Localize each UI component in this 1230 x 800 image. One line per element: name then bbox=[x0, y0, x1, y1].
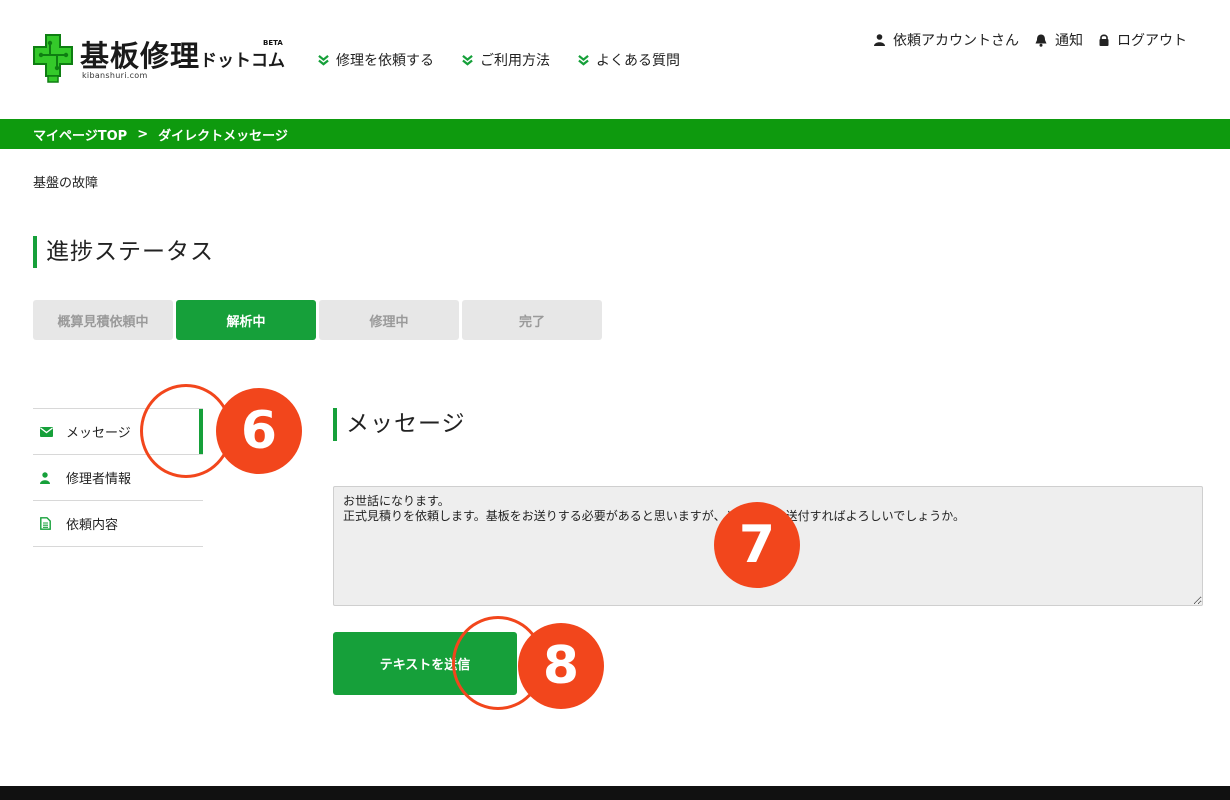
user-icon bbox=[874, 34, 885, 46]
logo-name: 基板修理 bbox=[80, 39, 201, 73]
side-item-repairer-info[interactable]: 修理者情報 bbox=[33, 455, 203, 501]
nav-label: ご利用方法 bbox=[480, 53, 550, 69]
side-item-label: 依頼内容 bbox=[66, 518, 119, 533]
logo-title: 基板修理ドットコム bbox=[80, 33, 285, 75]
double-chevron-down-icon bbox=[578, 54, 589, 66]
document-icon bbox=[40, 517, 62, 530]
site-logo[interactable]: 基板修理ドットコム BETA kibanshuri.com bbox=[31, 33, 291, 85]
double-chevron-down-icon bbox=[462, 54, 473, 66]
notifications-label: 通知 bbox=[1055, 33, 1083, 49]
account-label: 依頼アカウントさん bbox=[893, 33, 1019, 49]
logo-suffix: ドットコム bbox=[200, 51, 286, 71]
nav-label: よくある質問 bbox=[596, 53, 680, 69]
side-item-label: 修理者情報 bbox=[66, 472, 132, 487]
nav-request-repair[interactable]: 修理を依頼する bbox=[318, 50, 434, 70]
nav-faq[interactable]: よくある質問 bbox=[578, 50, 680, 70]
progress-steps: 概算見積依頼中 解析中 修理中 完了 bbox=[33, 300, 602, 340]
envelope-icon bbox=[40, 426, 62, 437]
account-link[interactable]: 依頼アカウントさん bbox=[874, 30, 1019, 50]
logout-label: ログアウト bbox=[1117, 33, 1187, 49]
user-icon bbox=[40, 471, 62, 484]
bell-icon bbox=[1035, 34, 1047, 47]
message-heading: メッセージ bbox=[333, 408, 466, 441]
progress-heading: 進捗ステータス bbox=[33, 236, 214, 268]
beta-label: BETA bbox=[263, 39, 283, 47]
breadcrumb-separator: > bbox=[137, 126, 149, 142]
site-header: 基板修理ドットコム BETA kibanshuri.com 修理を依頼する ご利… bbox=[0, 0, 1230, 119]
annotation-badge-6: 6 bbox=[216, 388, 302, 474]
side-item-label: メッセージ bbox=[66, 426, 131, 441]
step-repairing: 修理中 bbox=[319, 300, 459, 340]
annotation-badge-8: 8 bbox=[518, 623, 604, 709]
side-item-request-details[interactable]: 依頼内容 bbox=[33, 501, 203, 547]
user-nav: 依頼アカウントさん 通知 ログアウト bbox=[874, 30, 1187, 50]
logo-domain: kibanshuri.com bbox=[82, 71, 148, 80]
double-chevron-down-icon bbox=[318, 54, 329, 66]
circuit-cross-logo-icon bbox=[33, 34, 73, 83]
side-menu: メッセージ 修理者情報 依頼内容 bbox=[33, 408, 203, 547]
side-item-message[interactable]: メッセージ bbox=[33, 408, 203, 455]
breadcrumb-mypage-top[interactable]: マイページTOP bbox=[33, 125, 127, 144]
notifications-link[interactable]: 通知 bbox=[1035, 30, 1083, 50]
lock-icon bbox=[1099, 34, 1109, 46]
send-text-button[interactable]: テキストを送信 bbox=[333, 632, 517, 695]
step-analyzing: 解析中 bbox=[176, 300, 316, 340]
nav-label: 修理を依頼する bbox=[336, 53, 434, 69]
logout-link[interactable]: ログアウト bbox=[1099, 30, 1187, 50]
breadcrumb: マイページTOP > ダイレクトメッセージ bbox=[0, 119, 1230, 149]
step-estimate-requested: 概算見積依頼中 bbox=[33, 300, 173, 340]
message-textarea[interactable]: お世話になります。 正式見積りを依頼します。基板をお送りする必要があると思います… bbox=[333, 486, 1203, 606]
nav-how-to-use[interactable]: ご利用方法 bbox=[462, 50, 550, 70]
main-nav: 修理を依頼する ご利用方法 よくある質問 bbox=[318, 50, 680, 70]
case-title: 基盤の故障 bbox=[33, 176, 99, 191]
breadcrumb-direct-message: ダイレクトメッセージ bbox=[158, 128, 288, 144]
step-complete: 完了 bbox=[462, 300, 602, 340]
site-footer bbox=[0, 786, 1230, 800]
